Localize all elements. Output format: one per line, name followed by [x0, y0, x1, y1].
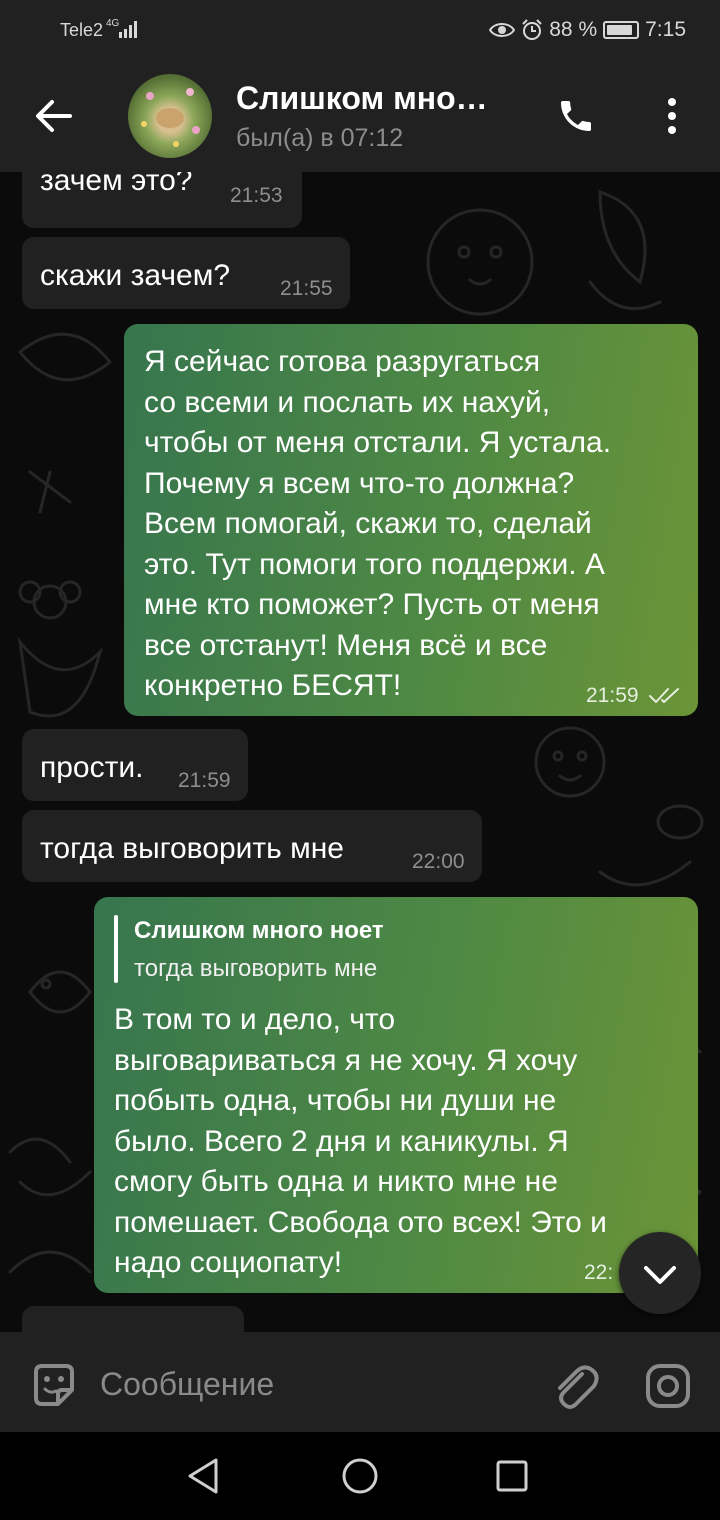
chat-header: Слишком мно… был(а) в 07:12 — [0, 62, 720, 172]
battery-percent: 88 % — [549, 18, 598, 41]
message-time: 21:53 — [230, 184, 283, 207]
signal-icon — [119, 21, 137, 38]
carrier-name: Tele2 — [60, 20, 104, 40]
camera-icon[interactable] — [644, 1362, 692, 1410]
message-list[interactable]: зачем это? 21:53 скажи зачем? 21:55 Я се… — [0, 172, 720, 1332]
message-text: В том то и дело, что выговариваться я не… — [114, 1003, 607, 1279]
arrow-left-icon[interactable] — [34, 98, 74, 134]
message-text: тогда выговорить мне — [40, 832, 344, 865]
clock: 7:15 — [645, 18, 686, 41]
battery-level — [607, 25, 632, 35]
nav-recents-icon[interactable] — [494, 1458, 530, 1494]
paperclip-icon[interactable] — [552, 1362, 600, 1410]
incoming-message[interactable]: прости. 21:59 — [22, 729, 248, 801]
nav-home-icon[interactable] — [340, 1456, 380, 1496]
reply-author[interactable]: Слишком много ноет — [134, 917, 384, 945]
avatar[interactable] — [128, 74, 212, 158]
message-text: скажи зачем? — [40, 259, 231, 292]
reply-text[interactable]: тогда выговорить мне — [134, 955, 377, 983]
alarm-icon — [522, 19, 542, 40]
battery-icon — [603, 21, 640, 39]
more-vertical-icon[interactable] — [660, 96, 684, 136]
sticker-icon[interactable] — [30, 1362, 78, 1410]
eye-icon — [489, 23, 516, 37]
incoming-message[interactable]: скажи зачем? 21:55 — [22, 237, 350, 309]
message-text: прости. — [40, 751, 144, 784]
phone-icon[interactable] — [556, 96, 596, 136]
message-input[interactable]: Сообщение — [100, 1366, 274, 1403]
message-text: зачем это? — [40, 172, 193, 197]
system-navigation-bar — [0, 1432, 720, 1520]
chevron-down-icon — [644, 1266, 676, 1284]
double-check-icon — [649, 688, 679, 703]
outgoing-message[interactable]: Я сейчас готова разругаться со всеми и п… — [124, 324, 698, 716]
incoming-message[interactable]: зачем это? 21:53 — [22, 172, 302, 228]
outgoing-message[interactable]: Слишком много ноет тогда выговорить мне … — [94, 897, 698, 1293]
message-composer: Сообщение — [0, 1332, 720, 1432]
message-time: 22: — [584, 1261, 614, 1284]
message-text: Я сейчас готова разругаться со всеми и п… — [144, 345, 612, 702]
message-time: 21:59 — [178, 769, 231, 792]
reply-indicator — [114, 915, 118, 983]
scroll-down-button[interactable] — [619, 1232, 701, 1314]
incoming-message[interactable]: тогда выговорить мне 22:00 — [22, 810, 482, 882]
incoming-message[interactable] — [22, 1306, 244, 1332]
chat-title[interactable]: Слишком мно… — [236, 80, 488, 117]
nav-back-icon[interactable] — [186, 1456, 222, 1496]
message-time: 22:00 — [412, 850, 465, 873]
message-time: 21:59 — [586, 684, 639, 707]
message-time: 21:55 — [280, 277, 333, 300]
last-seen: был(а) в 07:12 — [236, 124, 404, 152]
status-bar: Tele2 4G 88 % 7:15 — [0, 0, 720, 62]
